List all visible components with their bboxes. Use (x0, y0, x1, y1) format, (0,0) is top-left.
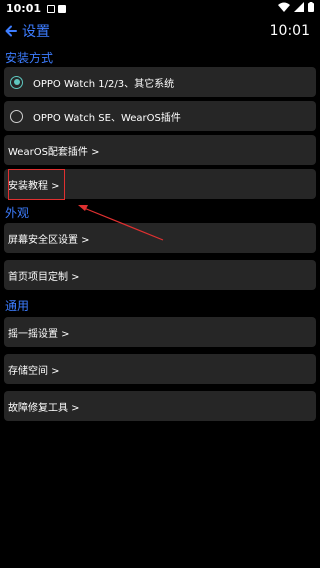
annotation-arrow (78, 205, 164, 241)
